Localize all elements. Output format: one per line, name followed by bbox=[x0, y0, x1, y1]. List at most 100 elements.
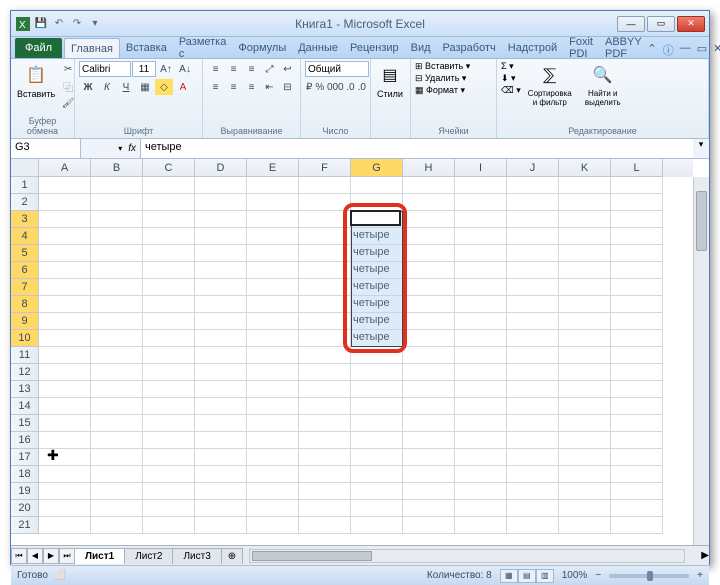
cell-C16[interactable] bbox=[143, 432, 195, 449]
cell-K14[interactable] bbox=[559, 398, 611, 415]
cell-F11[interactable] bbox=[299, 347, 351, 364]
cell-C6[interactable] bbox=[143, 262, 195, 279]
cell-G12[interactable] bbox=[351, 364, 403, 381]
tab-developer[interactable]: Разработч bbox=[437, 38, 502, 58]
cell-H19[interactable] bbox=[403, 483, 455, 500]
cell-B8[interactable] bbox=[91, 296, 143, 313]
cell-C10[interactable] bbox=[143, 330, 195, 347]
cell-D7[interactable] bbox=[195, 279, 247, 296]
cell-D10[interactable] bbox=[195, 330, 247, 347]
cell-H3[interactable] bbox=[403, 211, 455, 228]
cell-I5[interactable] bbox=[455, 245, 507, 262]
cell-E21[interactable] bbox=[247, 517, 299, 534]
cell-B11[interactable] bbox=[91, 347, 143, 364]
find-select-button[interactable]: 🔍 Найти и выделить bbox=[579, 61, 627, 125]
cell-J18[interactable] bbox=[507, 466, 559, 483]
cell-F18[interactable] bbox=[299, 466, 351, 483]
cell-L13[interactable] bbox=[611, 381, 663, 398]
cell-B5[interactable] bbox=[91, 245, 143, 262]
cell-H12[interactable] bbox=[403, 364, 455, 381]
col-header-L[interactable]: L bbox=[611, 159, 663, 177]
cell-E3[interactable] bbox=[247, 211, 299, 228]
styles-button[interactable]: ▤ Стили bbox=[375, 61, 405, 125]
zoom-out-icon[interactable]: − bbox=[595, 570, 601, 581]
redo-icon[interactable]: ↷ bbox=[69, 16, 85, 32]
format-cells-button[interactable]: ▦ Формат ▾ bbox=[415, 85, 492, 96]
cell-A9[interactable] bbox=[39, 313, 91, 330]
cell-I17[interactable] bbox=[455, 449, 507, 466]
cell-K20[interactable] bbox=[559, 500, 611, 517]
cell-G17[interactable] bbox=[351, 449, 403, 466]
cell-D6[interactable] bbox=[195, 262, 247, 279]
tab-data[interactable]: Данные bbox=[292, 38, 344, 58]
cell-I6[interactable] bbox=[455, 262, 507, 279]
col-header-C[interactable]: C bbox=[143, 159, 195, 177]
cell-G21[interactable] bbox=[351, 517, 403, 534]
font-name-select[interactable] bbox=[79, 61, 131, 77]
decrease-font-icon[interactable]: A↓ bbox=[176, 61, 194, 77]
cell-E8[interactable] bbox=[247, 296, 299, 313]
percent-icon[interactable]: % bbox=[314, 79, 325, 95]
maximize-button[interactable]: ▭ bbox=[647, 16, 675, 32]
cell-L11[interactable] bbox=[611, 347, 663, 364]
cell-K1[interactable] bbox=[559, 177, 611, 194]
cell-F2[interactable] bbox=[299, 194, 351, 211]
cell-D11[interactable] bbox=[195, 347, 247, 364]
cell-H20[interactable] bbox=[403, 500, 455, 517]
vertical-scrollbar[interactable] bbox=[693, 177, 709, 545]
cell-F13[interactable] bbox=[299, 381, 351, 398]
cell-J14[interactable] bbox=[507, 398, 559, 415]
fill-icon[interactable]: ⬇ ▾ bbox=[501, 73, 521, 84]
autosum-icon[interactable]: Σ ▾ bbox=[501, 61, 521, 72]
align-top-icon[interactable]: ≡ bbox=[207, 61, 224, 77]
tab-formulas[interactable]: Формулы bbox=[232, 38, 292, 58]
cell-A14[interactable] bbox=[39, 398, 91, 415]
cell-A12[interactable] bbox=[39, 364, 91, 381]
cell-F1[interactable] bbox=[299, 177, 351, 194]
sheet-nav-prev-icon[interactable]: ◀ bbox=[27, 548, 43, 564]
cell-A20[interactable] bbox=[39, 500, 91, 517]
cell-G14[interactable] bbox=[351, 398, 403, 415]
inc-decimal-icon[interactable]: .0 bbox=[345, 79, 355, 95]
fill-color-icon[interactable]: ◇ bbox=[155, 79, 173, 95]
cell-B7[interactable] bbox=[91, 279, 143, 296]
cell-H6[interactable] bbox=[403, 262, 455, 279]
formula-input[interactable]: четыре bbox=[141, 139, 693, 158]
cell-E9[interactable] bbox=[247, 313, 299, 330]
cell-C19[interactable] bbox=[143, 483, 195, 500]
cell-G11[interactable] bbox=[351, 347, 403, 364]
orientation-icon[interactable]: ⤢ bbox=[261, 61, 278, 77]
cell-B14[interactable] bbox=[91, 398, 143, 415]
cell-H2[interactable] bbox=[403, 194, 455, 211]
undo-icon[interactable]: ↶ bbox=[51, 16, 67, 32]
cell-F19[interactable] bbox=[299, 483, 351, 500]
cell-H8[interactable] bbox=[403, 296, 455, 313]
cell-K13[interactable] bbox=[559, 381, 611, 398]
cell-C1[interactable] bbox=[143, 177, 195, 194]
row-header-16[interactable]: 16 bbox=[11, 432, 39, 449]
cell-A1[interactable] bbox=[39, 177, 91, 194]
italic-icon[interactable]: К bbox=[98, 79, 116, 95]
cell-B20[interactable] bbox=[91, 500, 143, 517]
cell-J21[interactable] bbox=[507, 517, 559, 534]
cell-L4[interactable] bbox=[611, 228, 663, 245]
tab-layout[interactable]: Разметка с bbox=[173, 38, 233, 58]
row-header-21[interactable]: 21 bbox=[11, 517, 39, 534]
cell-D8[interactable] bbox=[195, 296, 247, 313]
cell-I8[interactable] bbox=[455, 296, 507, 313]
cell-H16[interactable] bbox=[403, 432, 455, 449]
cell-B15[interactable] bbox=[91, 415, 143, 432]
cell-I19[interactable] bbox=[455, 483, 507, 500]
cell-D9[interactable] bbox=[195, 313, 247, 330]
align-bottom-icon[interactable]: ≡ bbox=[243, 61, 260, 77]
sheet-tab-2[interactable]: Лист2 bbox=[124, 548, 173, 564]
sheet-nav-next-icon[interactable]: ▶ bbox=[43, 548, 59, 564]
cell-E13[interactable] bbox=[247, 381, 299, 398]
cell-A16[interactable] bbox=[39, 432, 91, 449]
cell-H14[interactable] bbox=[403, 398, 455, 415]
column-headers[interactable]: ABCDEFGHIJKL bbox=[39, 159, 693, 177]
cell-L3[interactable] bbox=[611, 211, 663, 228]
cell-I9[interactable] bbox=[455, 313, 507, 330]
cell-L18[interactable] bbox=[611, 466, 663, 483]
row-headers[interactable]: 123456789101112131415161718192021 bbox=[11, 177, 39, 534]
